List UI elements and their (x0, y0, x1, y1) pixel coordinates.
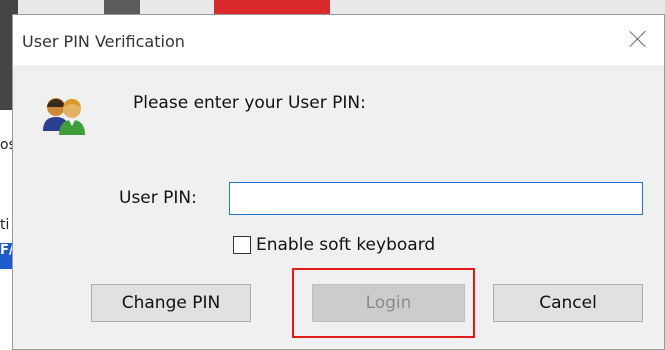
prompt-text: Please enter your User PIN: (133, 93, 366, 113)
login-highlight-box (292, 268, 475, 338)
dialog-title-bar[interactable]: User PIN Verification (13, 15, 664, 65)
pin-verification-dialog: User PIN Verification Please enter your … (12, 14, 665, 350)
users-icon (43, 98, 85, 135)
soft-keyboard-checkbox[interactable] (233, 236, 251, 254)
pin-field-label: User PIN: (119, 188, 197, 208)
soft-keyboard-option[interactable]: Enable soft keyboard (233, 235, 435, 255)
pin-input[interactable] (229, 182, 643, 215)
background-sidebar-text: ti (0, 217, 10, 233)
soft-keyboard-label[interactable]: Enable soft keyboard (256, 235, 435, 255)
change-pin-button[interactable]: Change PIN (91, 284, 251, 322)
cancel-button[interactable]: Cancel (493, 284, 643, 322)
background-sidebar-selected: F/ (0, 243, 14, 269)
close-icon[interactable] (628, 29, 648, 49)
dialog-title: User PIN Verification (22, 32, 185, 51)
